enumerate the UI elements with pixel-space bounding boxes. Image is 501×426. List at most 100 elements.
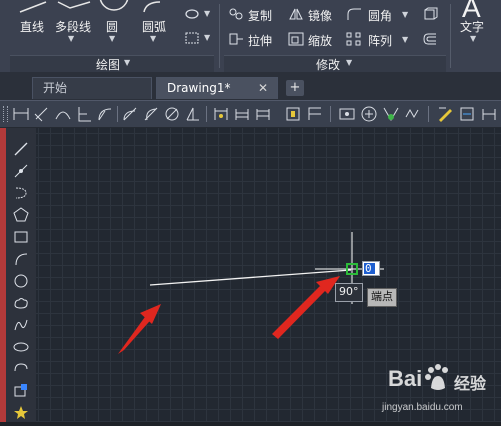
aligned-dimension-button[interactable] [33,105,51,123]
center-mark-button[interactable] [360,105,378,123]
array-label: 阵列 [368,34,393,48]
scale-label: 缩放 [308,34,333,48]
angle-tooltip: 90° [335,283,363,302]
arc-button[interactable]: 圆弧 ▼ [140,0,176,52]
copy-label: 复制 [248,9,273,23]
draw-panel-expand-icon[interactable]: ▼ [124,58,130,67]
array-button[interactable]: 阵列 ▼ [346,31,414,49]
tab-start-label: 开始 [43,81,68,95]
explode-button[interactable] [420,6,442,24]
fillet-dropdown-icon[interactable]: ▼ [402,10,408,19]
spline-tool-button[interactable] [12,316,30,334]
inspection-button[interactable] [338,105,356,123]
tab-start[interactable]: 开始 [32,77,152,99]
line-button[interactable]: 直线 [14,0,54,52]
dim-update-icon [460,107,474,121]
angular-button[interactable] [163,105,181,123]
close-icon[interactable]: ✕ [258,78,268,99]
modify-panel-expand-icon[interactable]: ▼ [346,58,352,67]
ellipse-icon [13,342,29,352]
text-dropdown-icon[interactable]: ▼ [470,34,476,43]
panel-divider [450,4,451,68]
rectangle-tool-button[interactable]: ▼ [180,6,214,22]
line-icon [19,1,47,13]
copy-button[interactable]: 复制 [228,6,280,24]
explode-icon [424,7,438,20]
revcloud-icon [14,298,28,309]
circle-tool-button[interactable] [12,272,30,290]
dynamic-input-value: 0 [364,263,375,274]
toolbar-grip[interactable] [3,106,8,122]
dimension-toolbar [0,100,501,128]
polyline-tool-button[interactable] [12,184,30,202]
linear-dimension-icon [13,108,29,120]
polyline-label: 多段线 [55,20,92,34]
line-tool-button[interactable] [12,140,30,158]
polygon-tool-button[interactable] [12,206,30,224]
make-block-icon [14,406,28,419]
radius-icon [98,108,112,121]
endpoint-snap-tooltip: 端点 [367,288,397,307]
construction-line-button[interactable] [12,162,30,180]
linear-dimension-button[interactable] [12,105,30,123]
dim-edit-icon [383,107,399,121]
dim-text-edit-icon [405,108,419,119]
dim-update-button[interactable] [458,105,476,123]
text-label: 文字 [460,20,485,34]
dim-space-button[interactable] [254,105,272,123]
revcloud-tool-button[interactable] [12,294,30,312]
hatch-dropdown-icon[interactable]: ▼ [204,33,210,42]
circle-dropdown-icon[interactable]: ▼ [109,34,115,43]
tab-drawing1[interactable]: Drawing1* ✕ [156,77,278,99]
new-tab-button[interactable]: + [286,80,304,96]
fillet-button[interactable]: 圆角 ▼ [346,6,414,24]
polyline-button[interactable]: 多段线 ▼ [52,0,94,52]
fillet-label: 圆角 [368,9,393,23]
inspection-icon [339,108,355,120]
offset-button[interactable] [420,31,442,49]
insert-block-button[interactable] [12,382,30,400]
hatch-tool-button[interactable]: ▼ [180,30,214,46]
stretch-icon [229,33,243,45]
diameter-button[interactable] [142,105,160,123]
make-block-button[interactable] [12,404,30,422]
dim-text-edit-button[interactable] [404,105,422,123]
dim-style-button[interactable] [436,105,454,123]
jogged-button[interactable] [121,105,139,123]
ellipse-tool-button[interactable] [12,338,30,356]
tolerance-button[interactable] [306,105,324,123]
ellipse-dropdown-icon[interactable]: ▼ [204,9,210,18]
arc-icon [15,253,28,266]
dim-override-button[interactable] [480,105,498,123]
radius-button[interactable] [96,105,114,123]
arc-length-button[interactable] [54,105,72,123]
text-button[interactable]: A 文字 ▼ [456,0,496,54]
scale-button[interactable]: 缩放 [288,31,344,49]
line-icon [14,142,28,156]
watermark-url: jingyan.baidu.com [382,402,463,413]
line-label: 直线 [20,20,45,34]
dim-edit-button[interactable] [382,105,400,123]
mirror-button[interactable]: 镜像 [288,6,344,24]
arc-dropdown-icon[interactable]: ▼ [150,34,156,43]
copy-icon [229,8,243,20]
polyline-dropdown-icon[interactable]: ▼ [68,34,74,43]
ellipse-arc-tool-button[interactable] [12,360,30,378]
array-dropdown-icon[interactable]: ▼ [402,35,408,44]
circle-button[interactable]: 圆 ▼ [98,0,134,52]
dim-break-icon [286,107,300,121]
jogged-icon [123,107,137,121]
stretch-button[interactable]: 拉伸 [228,31,280,49]
ordinate-button[interactable] [75,105,93,123]
arc-tool-button[interactable] [12,250,30,268]
dim-break-button[interactable] [284,105,302,123]
continue-icon [235,109,249,120]
spline-icon [14,319,28,331]
window-edge [0,128,6,422]
baseline-button[interactable] [212,105,230,123]
quick-dimension-button[interactable] [184,105,202,123]
rectangle-tool-button[interactable] [12,228,30,246]
dynamic-input-field[interactable]: 0 [362,261,380,276]
continue-button[interactable] [233,105,251,123]
toolbar-separator [428,106,429,122]
